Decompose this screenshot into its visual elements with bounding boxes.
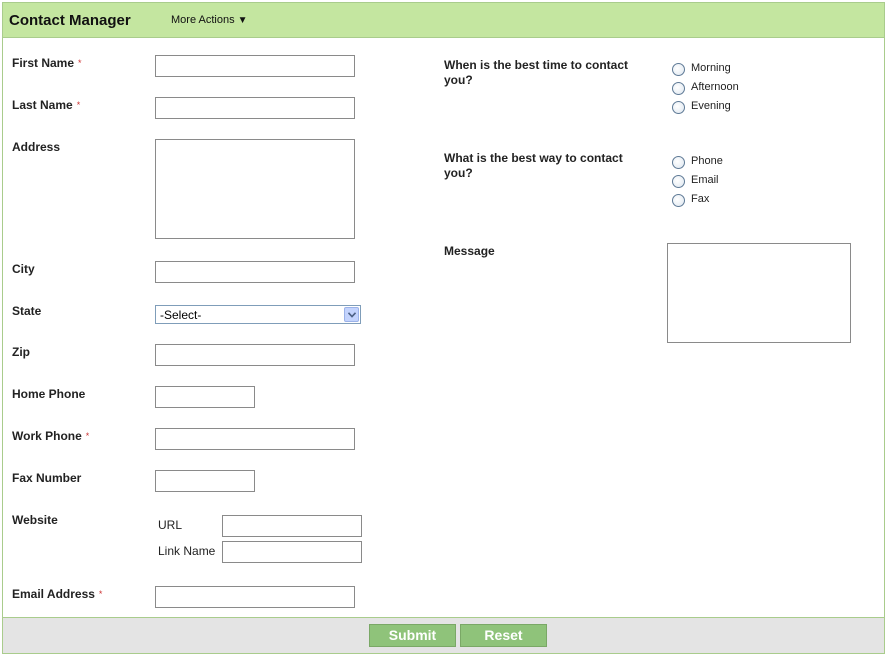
link-name-label: Link Name <box>158 544 216 558</box>
footer-bar: Submit Reset <box>3 617 884 653</box>
required-marker: * <box>98 589 103 599</box>
required-marker: * <box>78 58 82 68</box>
email-address-label: Email Address * <box>12 587 102 602</box>
home-phone-input[interactable] <box>155 386 255 408</box>
last-name-label: Last Name * <box>12 98 80 113</box>
work-phone-label-text: Work Phone <box>12 429 82 443</box>
last-name-input[interactable] <box>155 97 355 119</box>
email-address-input[interactable] <box>155 586 355 608</box>
state-select[interactable]: -Select- <box>155 305 361 324</box>
radio-button[interactable] <box>672 156 685 169</box>
work-phone-label: Work Phone * <box>12 429 89 444</box>
fax-number-input[interactable] <box>155 470 255 492</box>
header-bar: Contact Manager More Actions ▼ <box>3 3 884 38</box>
first-name-label-text: First Name <box>12 56 75 70</box>
more-actions-label: More Actions <box>171 14 235 26</box>
more-actions-menu[interactable]: More Actions ▼ <box>171 14 248 26</box>
zip-label: Zip <box>12 345 30 359</box>
app-title: Contact Manager <box>9 12 131 29</box>
contact-time-question: When is the best time to contact you? <box>444 58 629 87</box>
link-name-input[interactable] <box>222 541 362 563</box>
work-phone-input[interactable] <box>155 428 355 450</box>
first-name-label: First Name * <box>12 56 82 71</box>
reset-button[interactable]: Reset <box>460 624 547 647</box>
radio-label: Afternoon <box>691 81 739 93</box>
city-input[interactable] <box>155 261 355 283</box>
last-name-label-text: Last Name <box>12 98 73 112</box>
message-label: Message <box>444 244 495 258</box>
radio-label: Phone <box>691 155 723 167</box>
radio-button[interactable] <box>672 63 685 76</box>
state-label: State <box>12 304 42 318</box>
chevron-down-icon[interactable] <box>344 307 359 322</box>
address-textarea[interactable] <box>155 139 355 239</box>
radio-label: Fax <box>691 193 710 205</box>
radio-label: Morning <box>691 62 731 74</box>
submit-button[interactable]: Submit <box>369 624 456 647</box>
website-label: Website <box>12 513 58 527</box>
fax-number-label: Fax Number <box>12 471 82 485</box>
address-label: Address <box>12 140 61 154</box>
email-address-label-text: Email Address <box>12 587 95 601</box>
required-marker: * <box>85 431 90 441</box>
zip-input[interactable] <box>155 344 355 366</box>
caret-down-icon: ▼ <box>237 15 248 26</box>
contact-way-question: What is the best way to contact you? <box>444 151 623 180</box>
home-phone-label: Home Phone <box>12 387 86 401</box>
url-input[interactable] <box>222 515 362 537</box>
state-select-value: -Select- <box>160 308 202 322</box>
radio-button[interactable] <box>672 194 685 207</box>
radio-button[interactable] <box>672 101 685 114</box>
required-marker: * <box>76 100 81 110</box>
contact-manager-window: Contact Manager More Actions ▼ First Name… <box>2 2 885 654</box>
radio-label: Email <box>691 174 719 186</box>
radio-button[interactable] <box>672 175 685 188</box>
city-label: City <box>12 262 35 276</box>
radio-label: Evening <box>691 100 731 112</box>
first-name-input[interactable] <box>155 55 355 77</box>
radio-button[interactable] <box>672 82 685 95</box>
message-textarea[interactable] <box>667 243 851 343</box>
url-label: URL <box>158 518 183 532</box>
